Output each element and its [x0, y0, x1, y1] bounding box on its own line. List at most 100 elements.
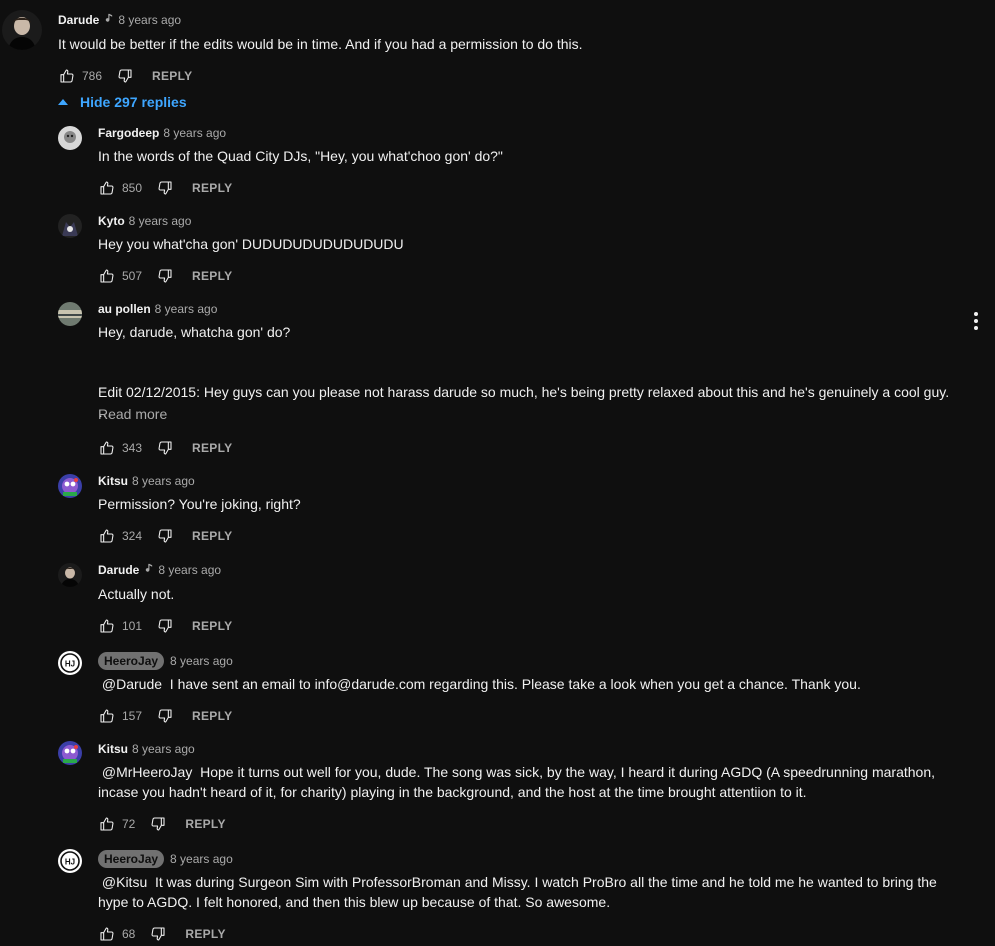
comment-text: It would be better if the edits would be… — [58, 36, 583, 52]
comment-actions: 324 REPLY — [98, 524, 232, 548]
timestamp[interactable]: 8 years ago — [129, 214, 192, 228]
thumbs-down-icon[interactable] — [156, 179, 174, 197]
comment-text: Permission? You're joking, right? — [98, 496, 301, 512]
comment-actions: 68 REPLY — [98, 922, 226, 946]
timestamp[interactable]: 8 years ago — [170, 852, 233, 866]
mention-link[interactable]: @Darude — [102, 676, 162, 692]
avatar[interactable] — [58, 563, 82, 587]
svg-text:HJ: HJ — [65, 858, 75, 867]
timestamp[interactable]: 8 years ago — [158, 563, 221, 577]
author-name[interactable]: Darude — [98, 563, 139, 577]
author-name[interactable]: Darude — [58, 13, 99, 27]
comment-text: Hey, darude, whatcha gon' do? — [98, 324, 291, 340]
thumbs-up-icon[interactable] — [98, 267, 116, 285]
mention-link[interactable]: @Kitsu — [102, 874, 147, 890]
more-vert-icon[interactable] — [973, 312, 979, 330]
music-note-icon — [143, 563, 154, 577]
like-count: 786 — [82, 69, 103, 83]
timestamp[interactable]: 8 years ago — [170, 654, 233, 668]
comment-body: It was during Surgeon Sim with Professor… — [98, 874, 937, 910]
hide-replies-button[interactable]: Hide 297 replies — [58, 94, 187, 110]
timestamp[interactable]: 8 years ago — [132, 474, 195, 488]
comment-text: Actually not. — [98, 586, 175, 602]
thumbs-up-icon[interactable] — [98, 527, 116, 545]
thumbs-down-icon[interactable] — [156, 267, 174, 285]
thumbs-up-icon[interactable] — [58, 67, 76, 85]
reply-button[interactable]: REPLY — [192, 441, 232, 455]
author-name[interactable]: au pollen — [98, 302, 151, 316]
comment-text: Hey you what'cha gon' DUDUDUDUDUDUDUDU — [98, 236, 404, 252]
avatar[interactable] — [2, 10, 42, 50]
author-name[interactable]: HeeroJay — [98, 850, 165, 868]
reply-button[interactable]: REPLY — [192, 269, 232, 283]
caret-up-icon — [58, 98, 68, 105]
timestamp[interactable]: 8 years ago — [155, 302, 218, 316]
comment-actions: 786 REPLY — [58, 64, 192, 88]
avatar[interactable] — [58, 474, 82, 498]
comment-header: HeeroJay 8 years ago — [98, 652, 233, 670]
thumbs-down-icon[interactable] — [149, 815, 167, 833]
avatar[interactable]: HJ — [58, 849, 82, 873]
reply-button[interactable]: REPLY — [192, 709, 232, 723]
comment-actions: 850 REPLY — [98, 176, 232, 200]
thumbs-down-icon[interactable] — [116, 67, 134, 85]
author-name[interactable]: Kitsu — [98, 474, 128, 488]
thumbs-up-icon[interactable] — [98, 617, 116, 635]
thumbs-down-icon[interactable] — [156, 617, 174, 635]
comment-actions: 157 REPLY — [98, 704, 232, 728]
reply-button[interactable]: REPLY — [192, 619, 232, 633]
comment-header: Kitsu 8 years ago — [98, 474, 195, 488]
comment-body: I have sent an email to info@darude.com … — [165, 676, 861, 692]
timestamp[interactable]: 8 years ago — [132, 742, 195, 756]
reply-button[interactable]: REPLY — [192, 529, 232, 543]
author-name[interactable]: HeeroJay — [98, 652, 165, 670]
avatar[interactable] — [58, 214, 82, 238]
like-count: 507 — [122, 269, 143, 283]
comment-text-continued: Edit 02/12/2015: Hey guys can you please… — [98, 384, 950, 420]
hide-replies-label: Hide 297 replies — [80, 94, 187, 110]
reply-button[interactable]: REPLY — [152, 69, 192, 83]
comment-text: @MrHeeroJay Hope it turns out well for y… — [98, 762, 938, 802]
comment-header: Darude 8 years ago — [98, 563, 221, 577]
like-count: 68 — [122, 927, 136, 941]
reply-button[interactable]: REPLY — [192, 181, 232, 195]
comment-text: @Kitsu It was during Surgeon Sim with Pr… — [98, 872, 948, 912]
comment-header: HeeroJay 8 years ago — [98, 850, 233, 868]
thumbs-down-icon[interactable] — [156, 527, 174, 545]
avatar[interactable] — [58, 741, 82, 765]
comment-header: Fargodeep 8 years ago — [98, 126, 226, 140]
thumbs-down-icon[interactable] — [149, 925, 167, 943]
thumbs-up-icon[interactable] — [98, 439, 116, 457]
comment-actions: 101 REPLY — [98, 614, 232, 638]
like-count: 72 — [122, 817, 136, 831]
author-name[interactable]: Kyto — [98, 214, 125, 228]
like-count: 324 — [122, 529, 143, 543]
author-name[interactable]: Fargodeep — [98, 126, 159, 140]
thumbs-up-icon[interactable] — [98, 925, 116, 943]
mention-link[interactable]: @MrHeeroJay — [102, 764, 192, 780]
avatar[interactable] — [58, 302, 82, 326]
thumbs-up-icon[interactable] — [98, 815, 116, 833]
comment-text: @Darude I have sent an email to info@dar… — [98, 674, 959, 694]
svg-text:HJ: HJ — [65, 660, 75, 669]
thumbs-down-icon[interactable] — [156, 707, 174, 725]
comment-header: Darude 8 years ago — [58, 13, 181, 27]
comment-actions: 507 REPLY — [98, 264, 232, 288]
avatar[interactable]: HJ — [58, 651, 82, 675]
timestamp[interactable]: 8 years ago — [163, 126, 226, 140]
thumbs-up-icon[interactable] — [98, 707, 116, 725]
reply-button[interactable]: REPLY — [185, 817, 225, 831]
comment-header: au pollen 8 years ago — [98, 302, 217, 316]
comment-actions: 343 REPLY — [98, 436, 232, 460]
like-count: 101 — [122, 619, 143, 633]
author-name[interactable]: Kitsu — [98, 742, 128, 756]
like-count: 157 — [122, 709, 143, 723]
avatar[interactable] — [58, 126, 82, 150]
thumbs-down-icon[interactable] — [156, 439, 174, 457]
comment-header: Kyto 8 years ago — [98, 214, 191, 228]
comment-header: Kitsu 8 years ago — [98, 742, 195, 756]
read-more-button[interactable]: Read more — [98, 406, 167, 422]
reply-button[interactable]: REPLY — [185, 927, 225, 941]
timestamp[interactable]: 8 years ago — [118, 13, 181, 27]
thumbs-up-icon[interactable] — [98, 179, 116, 197]
